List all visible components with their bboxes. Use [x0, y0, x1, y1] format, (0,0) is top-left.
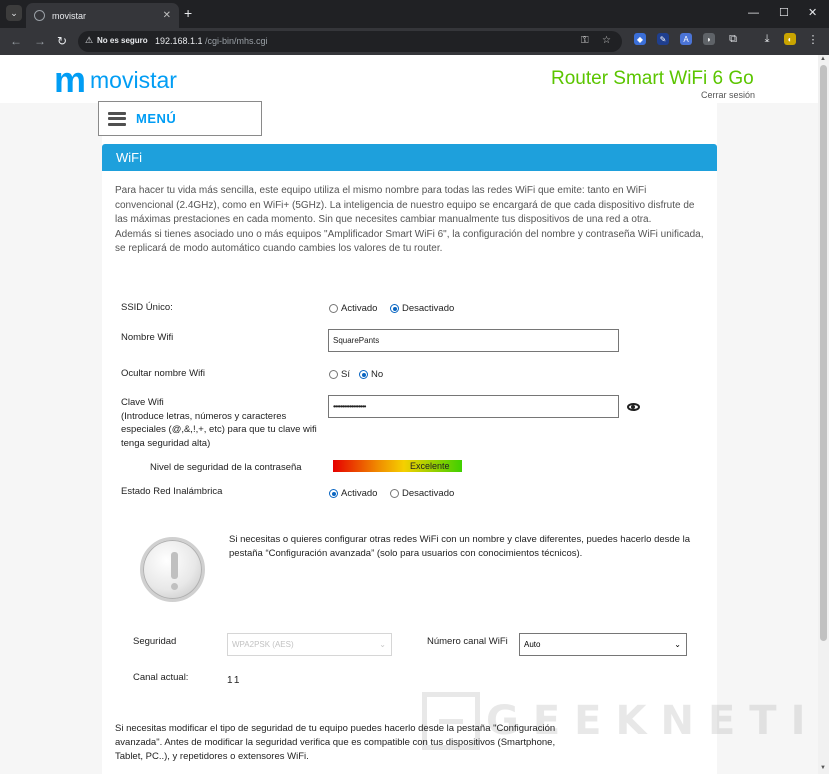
extension-shield-icon[interactable]: ◗: [703, 33, 715, 45]
tab-title: movistar: [52, 10, 87, 21]
extension-puzzle-blue-icon[interactable]: ◆: [634, 33, 646, 45]
scroll-up-arrow-icon[interactable]: ▲: [820, 56, 826, 62]
radio-dot: [329, 370, 338, 379]
channel-select-value: Auto: [524, 640, 541, 649]
radio-label: Activado: [341, 488, 378, 499]
browser-tab[interactable]: movistar ✕: [26, 3, 179, 28]
download-icon[interactable]: ⤓: [761, 33, 773, 45]
brand-name: movistar: [90, 67, 177, 93]
movistar-m-icon: m: [54, 59, 86, 100]
hide-yes-radio[interactable]: Sí: [329, 369, 350, 380]
radio-label: No: [371, 369, 384, 380]
security-footer-note: Si necesitas modificar el tipo de seguri…: [115, 723, 556, 762]
ssid-label: SSID Único:: [121, 302, 173, 313]
scroll-down-arrow-icon[interactable]: ▼: [820, 765, 826, 771]
wifi-key-label: Clave Wifi (Introduce letras, números y …: [121, 396, 321, 450]
maximize-button[interactable]: ☐: [779, 5, 789, 21]
extension-translate-icon[interactable]: A: [680, 33, 692, 45]
wireless-state-label: Estado Red Inalámbrica: [121, 486, 223, 497]
minimize-button[interactable]: —: [748, 5, 759, 21]
radio-dot: [390, 304, 399, 313]
wireless-on-radio[interactable]: Activado: [329, 488, 377, 499]
menu-label: MENÚ: [136, 111, 177, 126]
key-icon[interactable]: ⚿: [581, 35, 589, 46]
ssid-on-radio[interactable]: Activado: [329, 303, 377, 314]
exclamation-warning-icon: [140, 537, 205, 602]
intro-paragraph-1: Para hacer tu vida más sencilla, este eq…: [115, 185, 695, 226]
security-label: Seguridad: [133, 636, 177, 647]
wifi-key-input[interactable]: ••••••••••••••••••: [328, 395, 619, 418]
page-header: m movistar Router Smart WiFi 6 Go Cerrar…: [0, 55, 818, 103]
current-channel-label: Canal actual:: [133, 672, 189, 683]
address-bar[interactable]: ⚠ No es seguro 192.168.1.1 /cgi-bin/mhs.…: [78, 31, 622, 52]
section-header: WiFi: [102, 144, 717, 171]
bookmark-star-icon[interactable]: ☆: [602, 35, 611, 46]
current-channel-value: 11: [227, 675, 242, 686]
wifi-key-hint: (Introduce letras, números y caracteres …: [121, 410, 317, 449]
page-scrollbar[interactable]: ▲ ▼: [818, 55, 829, 774]
globe-icon: [34, 10, 45, 21]
security-select: WPA2PSK (AES) ⌄: [227, 633, 392, 656]
browser-menu-icon[interactable]: ⋮: [807, 33, 819, 46]
extensions-puzzle-icon[interactable]: ⧉: [727, 33, 739, 45]
radio-dot: [359, 370, 368, 379]
new-tab-button[interactable]: +: [184, 5, 192, 21]
radio-dot: [329, 489, 338, 498]
back-arrow-icon[interactable]: ←: [10, 33, 22, 49]
ssid-off-radio[interactable]: Desactivado: [390, 303, 454, 314]
radio-label: Desactivado: [402, 303, 455, 314]
tab-search-icon[interactable]: ⌄: [6, 5, 22, 21]
close-window-button[interactable]: ✕: [808, 5, 817, 21]
profile-avatar-icon[interactable]: ◐: [784, 33, 796, 45]
radio-dot: [329, 304, 338, 313]
reload-icon[interactable]: ↻: [57, 33, 67, 49]
wireless-off-radio[interactable]: Desactivado: [390, 488, 454, 499]
radio-label: Desactivado: [402, 488, 455, 499]
url-host: 192.168.1.1: [155, 36, 203, 46]
page-viewport: m movistar Router Smart WiFi 6 Go Cerrar…: [0, 55, 818, 774]
wifi-name-label: Nombre Wifi: [121, 332, 174, 343]
channel-label: Número canal WiFi: [427, 636, 508, 647]
security-select-value: WPA2PSK (AES): [232, 640, 294, 649]
intro-text: Para hacer tu vida más sencilla, este eq…: [115, 184, 705, 257]
extension-pen-icon[interactable]: ✎: [657, 33, 669, 45]
chevron-down-icon: ⌄: [674, 640, 681, 649]
product-title: Router Smart WiFi 6 Go: [551, 68, 754, 89]
logout-link[interactable]: Cerrar sesión: [701, 90, 755, 100]
chevron-down-icon: ⌄: [379, 640, 386, 649]
advanced-config-note: Si necesitas o quieres configurar otras …: [229, 534, 690, 559]
tab-close-icon[interactable]: ✕: [163, 10, 171, 21]
browser-toolbar: ← → ↻ ⚠ No es seguro 192.168.1.1 /cgi-bi…: [0, 28, 829, 55]
strength-value: Excelente: [410, 461, 450, 471]
wifi-name-input[interactable]: SquarePants: [328, 329, 619, 352]
channel-select[interactable]: Auto ⌄: [519, 633, 687, 656]
browser-tabstrip: ⌄ movistar ✕ + — ☐ ✕: [0, 0, 829, 28]
menu-button[interactable]: MENÚ: [98, 101, 262, 136]
radio-dot: [390, 489, 399, 498]
password-strength-bar: Excelente: [333, 460, 462, 472]
forward-arrow-icon[interactable]: →: [34, 33, 46, 49]
hamburger-icon: [108, 111, 126, 126]
radio-label: Activado: [341, 303, 378, 314]
radio-label: Sí: [341, 369, 350, 380]
show-password-eye-icon[interactable]: [627, 403, 640, 411]
url-path: /cgi-bin/mhs.cgi: [205, 36, 268, 46]
hide-ssid-label: Ocultar nombre Wifi: [121, 368, 205, 379]
wifi-key-title: Clave Wifi: [121, 397, 164, 408]
section-title: WiFi: [116, 150, 142, 165]
intro-paragraph-2: Además si tienes asociado uno o más equi…: [115, 228, 704, 255]
strength-label: Nivel de seguridad de la contraseña: [150, 462, 302, 473]
security-chip[interactable]: No es seguro: [97, 36, 148, 45]
warning-lock-icon[interactable]: ⚠: [85, 35, 93, 46]
hide-no-radio[interactable]: No: [359, 369, 383, 380]
scroll-thumb[interactable]: [820, 65, 827, 641]
movistar-logo[interactable]: m movistar: [54, 59, 177, 100]
